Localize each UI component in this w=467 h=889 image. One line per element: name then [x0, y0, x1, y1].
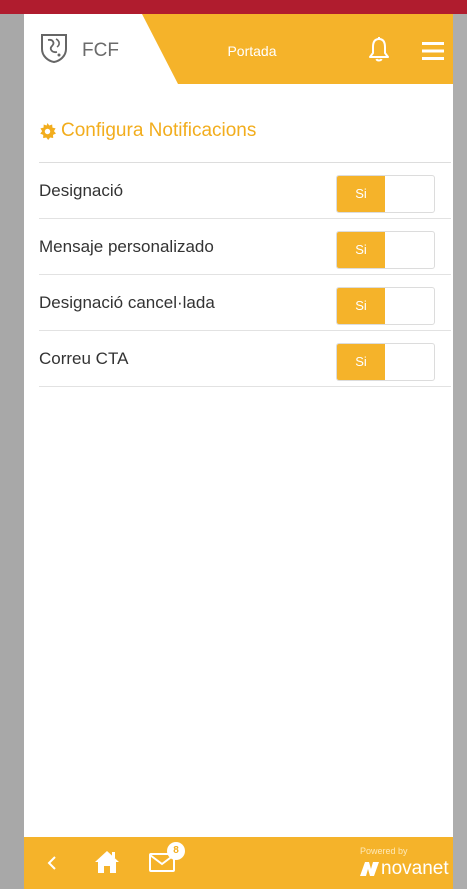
- mail-count-badge: 8: [167, 842, 185, 860]
- setting-label: Correu CTA: [39, 349, 129, 368]
- app-footer: 8 Powered by novanet: [24, 837, 453, 889]
- page-title[interactable]: Portada: [202, 43, 302, 59]
- hamburger-menu-icon[interactable]: [422, 42, 444, 60]
- section-title-text: Configura Notificacions: [61, 120, 257, 141]
- gear-icon: [40, 122, 56, 140]
- toggle-on-state: Si: [337, 344, 385, 380]
- fcf-crest-icon[interactable]: [39, 33, 69, 63]
- bell-icon[interactable]: [368, 36, 390, 62]
- novanet-logo: novanet: [360, 859, 449, 879]
- novanet-mark-icon: [360, 862, 379, 876]
- chevron-left-icon[interactable]: [46, 854, 58, 872]
- toggle-on-state: Si: [337, 232, 385, 268]
- setting-row-correu-cta: Correu CTA Si: [39, 331, 451, 387]
- setting-label: Designació cancel·lada: [39, 293, 215, 312]
- app-screen: FCF Portada Configura Notificacions Desi…: [24, 14, 453, 889]
- designacio-cancellada-toggle[interactable]: Si: [336, 287, 435, 325]
- setting-label: Designació: [39, 181, 124, 200]
- toggle-on-state: Si: [337, 176, 385, 212]
- powered-by-label: Powered by: [360, 846, 408, 856]
- right-gutter: [453, 14, 467, 889]
- setting-label: Mensaje personalizado: [39, 237, 214, 256]
- toggle-on-state: Si: [337, 288, 385, 324]
- app-header: FCF Portada: [24, 14, 453, 84]
- section-title: Configura Notificacions: [39, 118, 256, 144]
- home-icon[interactable]: [94, 850, 120, 874]
- setting-row-designacio-cancellada: Designació cancel·lada Si: [39, 275, 451, 331]
- correu-cta-toggle[interactable]: Si: [336, 343, 435, 381]
- left-gutter: [0, 14, 24, 889]
- setting-row-mensaje-personalizado: Mensaje personalizado Si: [39, 219, 451, 275]
- mensaje-personalizado-toggle[interactable]: Si: [336, 231, 435, 269]
- brand-name: FCF: [82, 40, 119, 61]
- setting-row-designacio: Designació Si: [39, 163, 451, 219]
- status-strip: [0, 0, 467, 14]
- novanet-brand: novanet: [381, 858, 449, 879]
- designacio-toggle[interactable]: Si: [336, 175, 435, 213]
